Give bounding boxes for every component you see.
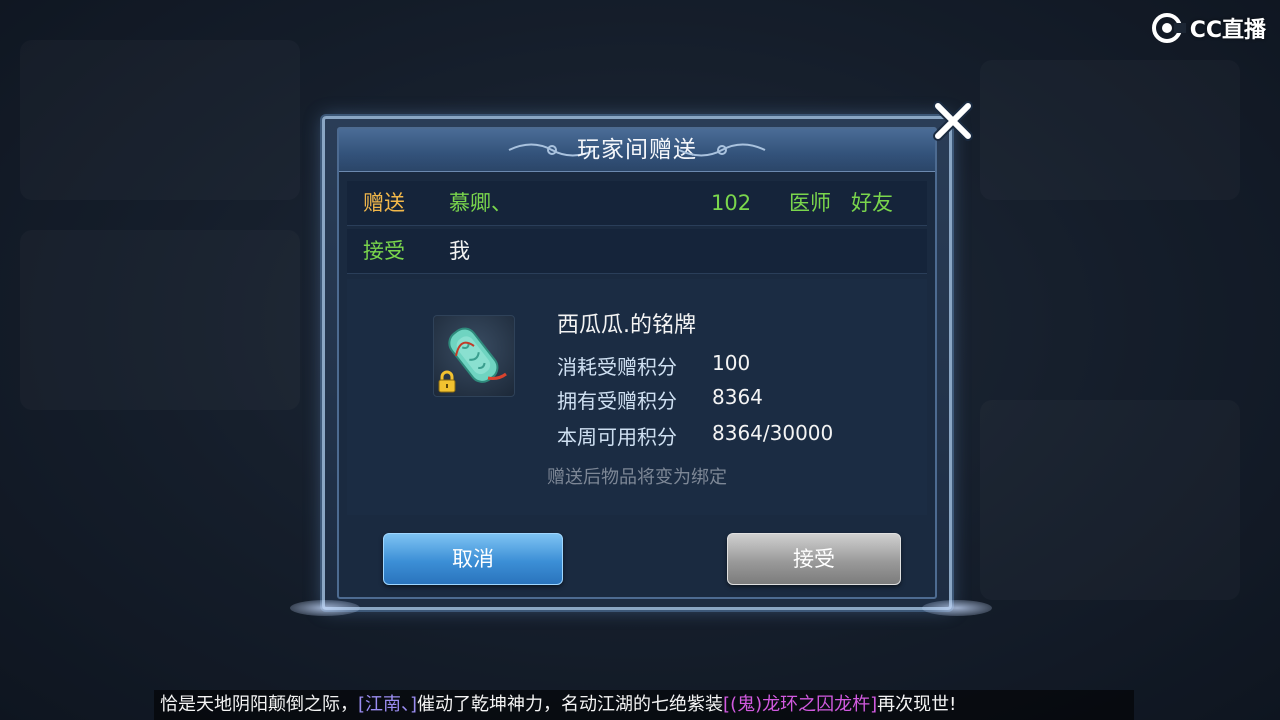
stat-label: 本周可用积分 — [557, 425, 677, 449]
accept-button[interactable]: 接受 — [727, 533, 901, 585]
cancel-button[interactable]: 取消 — [383, 533, 563, 585]
cc-logo-icon — [1151, 13, 1186, 43]
system-announcement: 恰是天地阴阳颠倒之际，[江南、]催动了乾坤神力，名动江湖的七绝紫装[(鬼)龙环之… — [154, 690, 1134, 720]
ticker-text: 催动了乾坤神力，名动江湖的七绝紫装 — [417, 694, 724, 715]
item-icon-slot[interactable] — [433, 315, 515, 397]
sender-level: 102 — [711, 191, 752, 215]
stat-owned: 拥有受赠积分 8364 — [557, 385, 763, 414]
dialog-title-bar: 玩家间赠送 — [339, 129, 935, 172]
dialog-inner-panel: 玩家间赠送 赠送 慕卿、 102 医师 好友 接受 我 西瓜瓜.的铭牌 消耗受赠… — [337, 127, 937, 599]
sender-relation: 好友 — [851, 191, 893, 215]
stat-weekly: 本周可用积分 8364/30000 — [557, 421, 833, 450]
bind-notice: 赠送后物品将变为绑定 — [547, 467, 727, 488]
dialog-foot-light — [290, 600, 360, 616]
stat-value: 100 — [712, 351, 751, 375]
receiver-label: 接受 — [363, 239, 405, 263]
receiver-name: 我 — [449, 239, 470, 263]
sender-row: 赠送 慕卿、 102 医师 好友 — [347, 181, 927, 226]
stat-label: 拥有受赠积分 — [557, 389, 677, 413]
stat-value: 8364 — [712, 385, 763, 409]
receiver-row: 接受 我 — [347, 229, 927, 274]
stat-value: 8364/30000 — [712, 421, 834, 445]
ticker-text: 再次现世! — [877, 694, 957, 715]
item-name: 西瓜瓜.的铭牌 — [557, 313, 696, 338]
dialog-foot-light — [922, 600, 992, 616]
ticker-text: 恰是天地阴阳颠倒之际， — [160, 694, 358, 715]
gift-dialog: 玩家间赠送 赠送 慕卿、 102 医师 好友 接受 我 西瓜瓜.的铭牌 消耗受赠… — [322, 116, 952, 610]
lock-icon — [438, 370, 456, 393]
sender-label: 赠送 — [363, 191, 405, 215]
stat-label: 消耗受赠积分 — [557, 355, 677, 379]
ticker-player-link[interactable]: [江南、] — [358, 694, 417, 715]
ornament-right-icon — [678, 143, 766, 157]
ticker-item-link[interactable]: [(鬼)龙环之囚龙杵] — [723, 694, 877, 715]
watermark-text: CC直播 — [1189, 18, 1266, 43]
sender-name: 慕卿、 — [449, 191, 512, 215]
sender-profession: 医师 — [789, 191, 831, 215]
item-details: 西瓜瓜.的铭牌 消耗受赠积分 100 拥有受赠积分 8364 本周可用积分 83… — [347, 279, 927, 515]
dialog-title: 玩家间赠送 — [577, 137, 697, 163]
close-icon[interactable] — [930, 98, 976, 144]
cc-live-watermark: CC直播 — [1151, 12, 1266, 44]
stat-cost: 消耗受赠积分 100 — [557, 351, 750, 380]
